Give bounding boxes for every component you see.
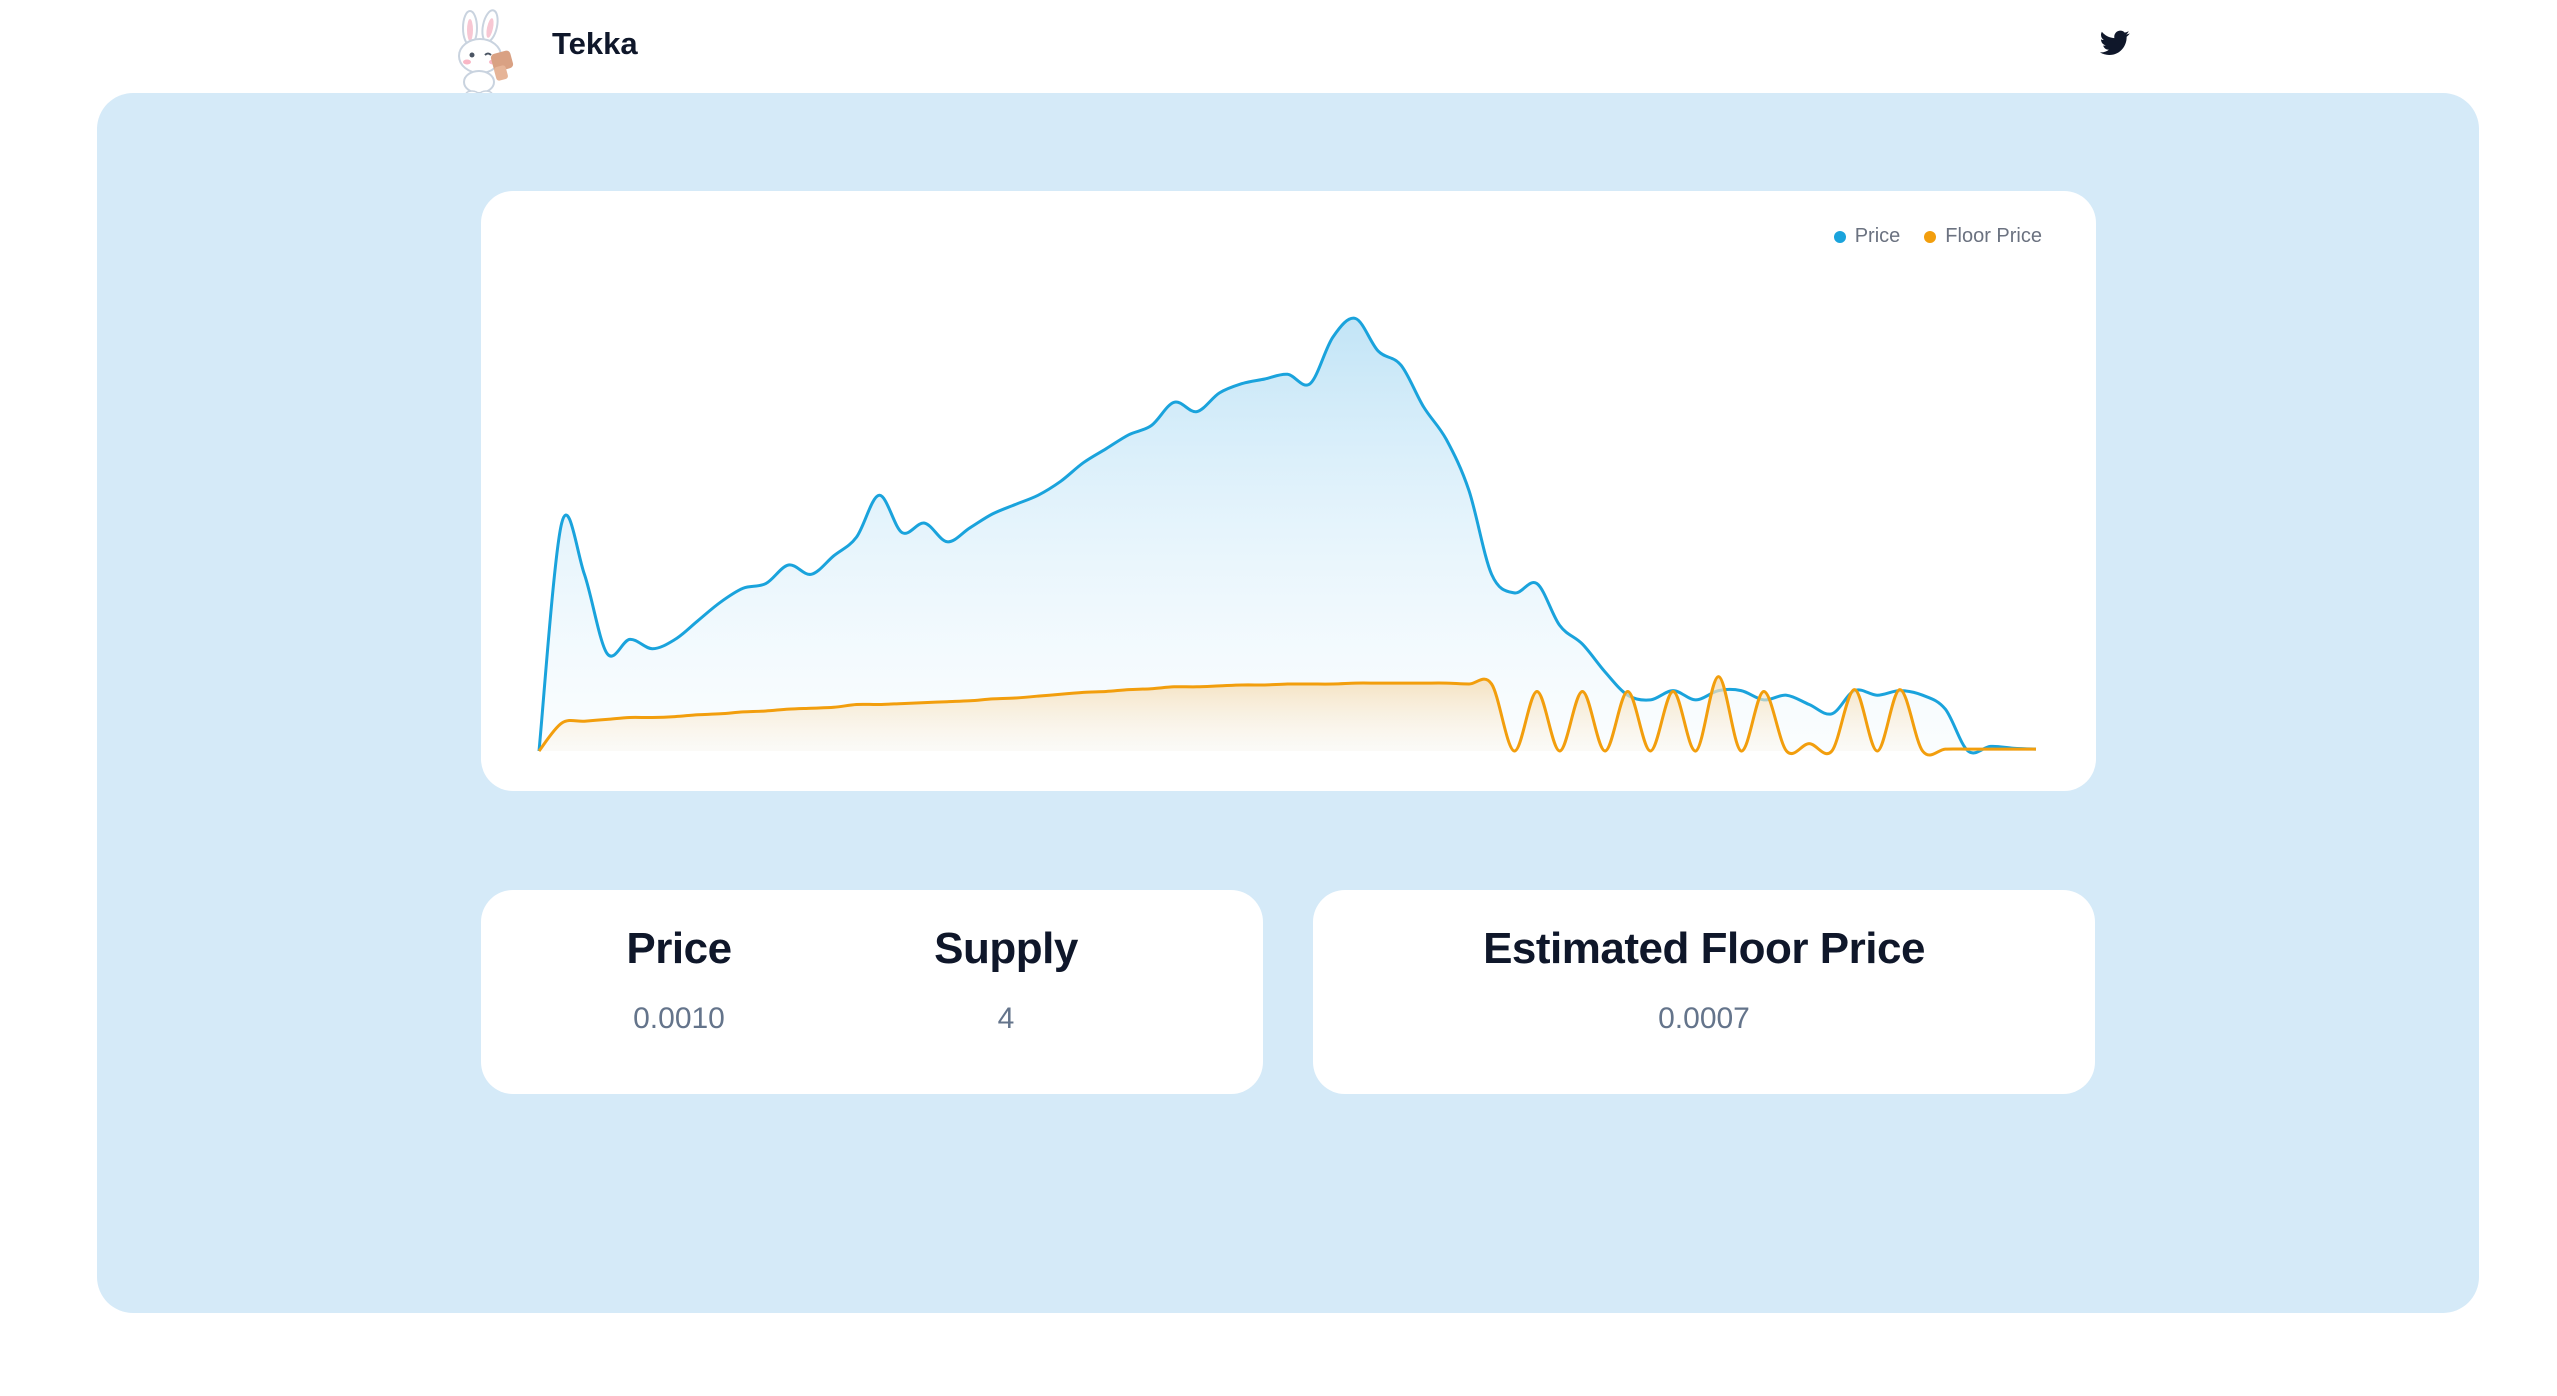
twitter-icon[interactable]	[2099, 30, 2130, 56]
price-chart	[537, 316, 2037, 757]
price-label: Price	[626, 924, 732, 973]
legend-item-price[interactable]: Price	[1833, 225, 1901, 248]
floor-price-card: Estimated Floor Price 0.0007	[1313, 890, 2095, 1094]
supply-stat: Supply 4	[876, 890, 1136, 1036]
bunny-mascot-logo[interactable]	[448, 8, 520, 98]
legend-dot-price	[1833, 230, 1846, 243]
floor-price-stat: Estimated Floor Price 0.0007	[1313, 890, 2095, 1036]
legend-label-floor-price: Floor Price	[1945, 225, 2042, 247]
legend-label-price: Price	[1854, 225, 1901, 247]
legend-item-floor-price[interactable]: Floor Price	[1924, 225, 2042, 248]
price-chart-card: Price Floor Price	[481, 191, 2096, 791]
brand-name[interactable]: Tekka	[552, 26, 638, 62]
floor-price-label: Estimated Floor Price	[1483, 924, 1925, 973]
price-stat: Price 0.0010	[549, 890, 809, 1036]
top-bar: Tekka	[0, 0, 2557, 98]
chart-legend: Price Floor Price	[1833, 225, 2042, 248]
price-supply-card: Price 0.0010 Supply 4	[481, 890, 1263, 1094]
legend-dot-floor-price	[1924, 230, 1937, 243]
price-value: 0.0010	[633, 1002, 725, 1035]
supply-value: 4	[997, 1002, 1015, 1035]
supply-label: Supply	[934, 924, 1078, 973]
floor-price-value: 0.0007	[1658, 1002, 1750, 1035]
